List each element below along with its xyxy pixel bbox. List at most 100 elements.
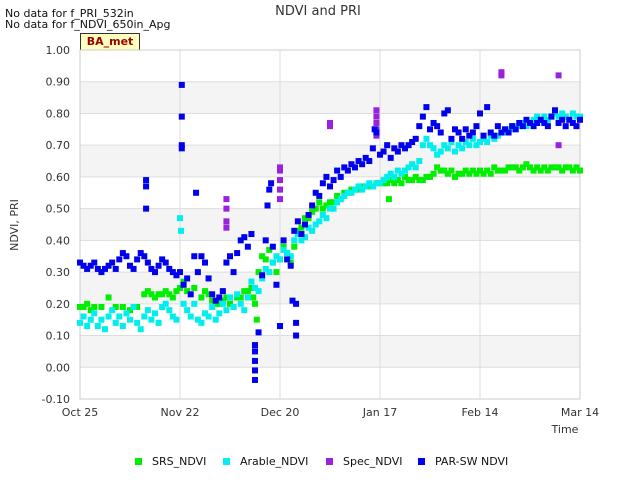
y-tick-label: 0.60 <box>46 171 71 184</box>
data-point-arable-ndvi <box>205 313 212 320</box>
y-tick-label: 0.40 <box>46 234 71 247</box>
data-point-par-sw-ndvi <box>577 116 583 123</box>
data-point-par-sw-ndvi <box>494 123 501 130</box>
legend-item-arable-ndvi: Arable_NDVI <box>223 455 308 468</box>
data-point-par-sw-ndvi <box>178 113 185 120</box>
legend-item-spec-ndvi: Spec_NDVI <box>326 455 403 468</box>
data-point-arable-ndvi <box>248 278 255 285</box>
y-tick-label: 0.70 <box>46 139 71 152</box>
plot-band <box>80 50 580 82</box>
data-point-par-sw-ndvi <box>227 253 233 260</box>
data-point-arable-ndvi <box>212 316 219 323</box>
data-point-arable-ndvi <box>227 294 233 301</box>
data-point-par-sw-ndvi <box>223 259 230 266</box>
y-tick-label: 0.80 <box>46 107 71 120</box>
data-point-arable-ndvi <box>191 300 198 307</box>
data-point-par-sw-ndvi <box>291 227 298 234</box>
x-tick-labels: Oct 25 Nov 22 Dec 20 Jan 17 Feb 14 Mar 14 <box>62 406 599 419</box>
data-point-arable-ndvi <box>291 237 298 244</box>
data-point-par-sw-ndvi <box>191 253 198 260</box>
x-tick-label: Nov 22 <box>161 406 200 419</box>
legend-swatch-srs-ndvi <box>135 458 142 465</box>
data-point-arable-ndvi <box>94 323 101 330</box>
data-point-arable-ndvi <box>241 307 248 314</box>
data-point-par-sw-ndvi <box>178 145 185 152</box>
data-point-spec-ndvi <box>555 72 562 79</box>
data-point-arable-ndvi <box>459 145 466 152</box>
data-point-arable-ndvi <box>137 326 144 333</box>
data-point-spec-ndvi <box>327 123 333 130</box>
data-point-arable-ndvi <box>452 148 458 155</box>
data-point-par-sw-ndvi <box>116 256 123 263</box>
data-point-par-sw-ndvi <box>241 234 248 241</box>
chart-legend: SRS_NDVI Arable_NDVI Spec_NDVI PAR-SW ND… <box>0 455 640 469</box>
data-point-srs-ndvi <box>191 284 198 291</box>
x-tick-label: Mar 14 <box>561 406 599 419</box>
data-point-par-sw-ndvi <box>252 342 258 349</box>
data-point-arable-ndvi <box>209 303 216 310</box>
data-point-par-sw-ndvi <box>469 129 476 136</box>
data-point-arable-ndvi <box>119 323 126 330</box>
y-tick-label: 0.90 <box>46 76 71 89</box>
data-point-arable-ndvi <box>144 307 151 314</box>
data-point-arable-ndvi <box>109 307 116 314</box>
data-point-arable-ndvi <box>102 326 108 333</box>
legend-swatch-arable-ndvi <box>223 458 230 465</box>
data-point-par-sw-ndvi <box>248 231 255 238</box>
data-point-par-sw-ndvi <box>480 132 487 139</box>
data-point-arable-ndvi <box>180 300 187 307</box>
data-point-arable-ndvi <box>198 319 205 326</box>
data-point-par-sw-ndvi <box>552 107 558 114</box>
data-point-par-sw-ndvi <box>198 253 205 260</box>
data-point-par-sw-ndvi <box>352 164 358 171</box>
data-point-srs-ndvi <box>198 294 205 301</box>
data-point-par-sw-ndvi <box>573 123 580 130</box>
data-point-arable-ndvi <box>91 310 98 317</box>
data-point-par-sw-ndvi <box>319 180 326 187</box>
plot-band <box>80 303 580 336</box>
data-point-par-sw-ndvi <box>387 154 394 161</box>
data-point-arable-ndvi <box>437 148 444 155</box>
data-point-par-sw-ndvi <box>544 123 551 130</box>
data-point-par-sw-ndvi <box>252 357 258 364</box>
data-point-par-sw-ndvi <box>230 269 237 276</box>
data-point-arable-ndvi <box>444 145 451 152</box>
y-tick-label: 1.00 <box>46 44 71 57</box>
data-point-arable-ndvi <box>98 316 105 323</box>
data-point-par-sw-ndvi <box>130 265 137 272</box>
data-point-par-sw-ndvi <box>178 81 185 88</box>
data-point-spec-ndvi <box>555 142 562 149</box>
data-point-par-sw-ndvi <box>162 259 169 266</box>
data-point-par-sw-ndvi <box>344 167 351 174</box>
data-point-arable-ndvi <box>134 319 141 326</box>
data-point-arable-ndvi <box>178 227 185 234</box>
data-point-par-sw-ndvi <box>187 291 194 298</box>
data-point-arable-ndvi <box>330 205 337 212</box>
data-point-par-sw-ndvi <box>244 243 251 250</box>
data-point-par-sw-ndvi <box>269 243 276 250</box>
data-point-par-sw-ndvi <box>144 259 151 266</box>
data-point-par-sw-ndvi <box>366 158 373 165</box>
data-point-par-sw-ndvi <box>209 291 216 298</box>
legend-swatch-spec-ndvi <box>326 458 333 465</box>
data-point-arable-ndvi <box>152 310 158 317</box>
data-point-par-sw-ndvi <box>380 148 387 155</box>
data-point-arable-ndvi <box>419 142 426 149</box>
data-point-par-sw-ndvi <box>330 177 337 184</box>
data-point-arable-ndvi <box>123 310 130 317</box>
data-point-par-sw-ndvi <box>152 269 158 276</box>
data-point-srs-ndvi <box>84 300 91 307</box>
y-tick-label: 0.10 <box>46 330 71 343</box>
legend-label-par-sw-ndvi: PAR-SW NDVI <box>435 455 509 468</box>
data-point-par-sw-ndvi <box>359 161 366 168</box>
data-point-spec-ndvi <box>373 119 380 126</box>
data-point-arable-ndvi <box>166 307 173 314</box>
data-point-spec-ndvi <box>498 72 505 79</box>
y-tick-label: 0.50 <box>46 203 71 216</box>
data-point-par-sw-ndvi <box>252 376 258 383</box>
data-point-spec-ndvi <box>223 218 230 225</box>
data-point-par-sw-ndvi <box>273 281 280 288</box>
data-point-srs-ndvi <box>98 303 105 310</box>
data-point-par-sw-ndvi <box>484 104 491 111</box>
data-point-par-sw-ndvi <box>437 129 444 136</box>
